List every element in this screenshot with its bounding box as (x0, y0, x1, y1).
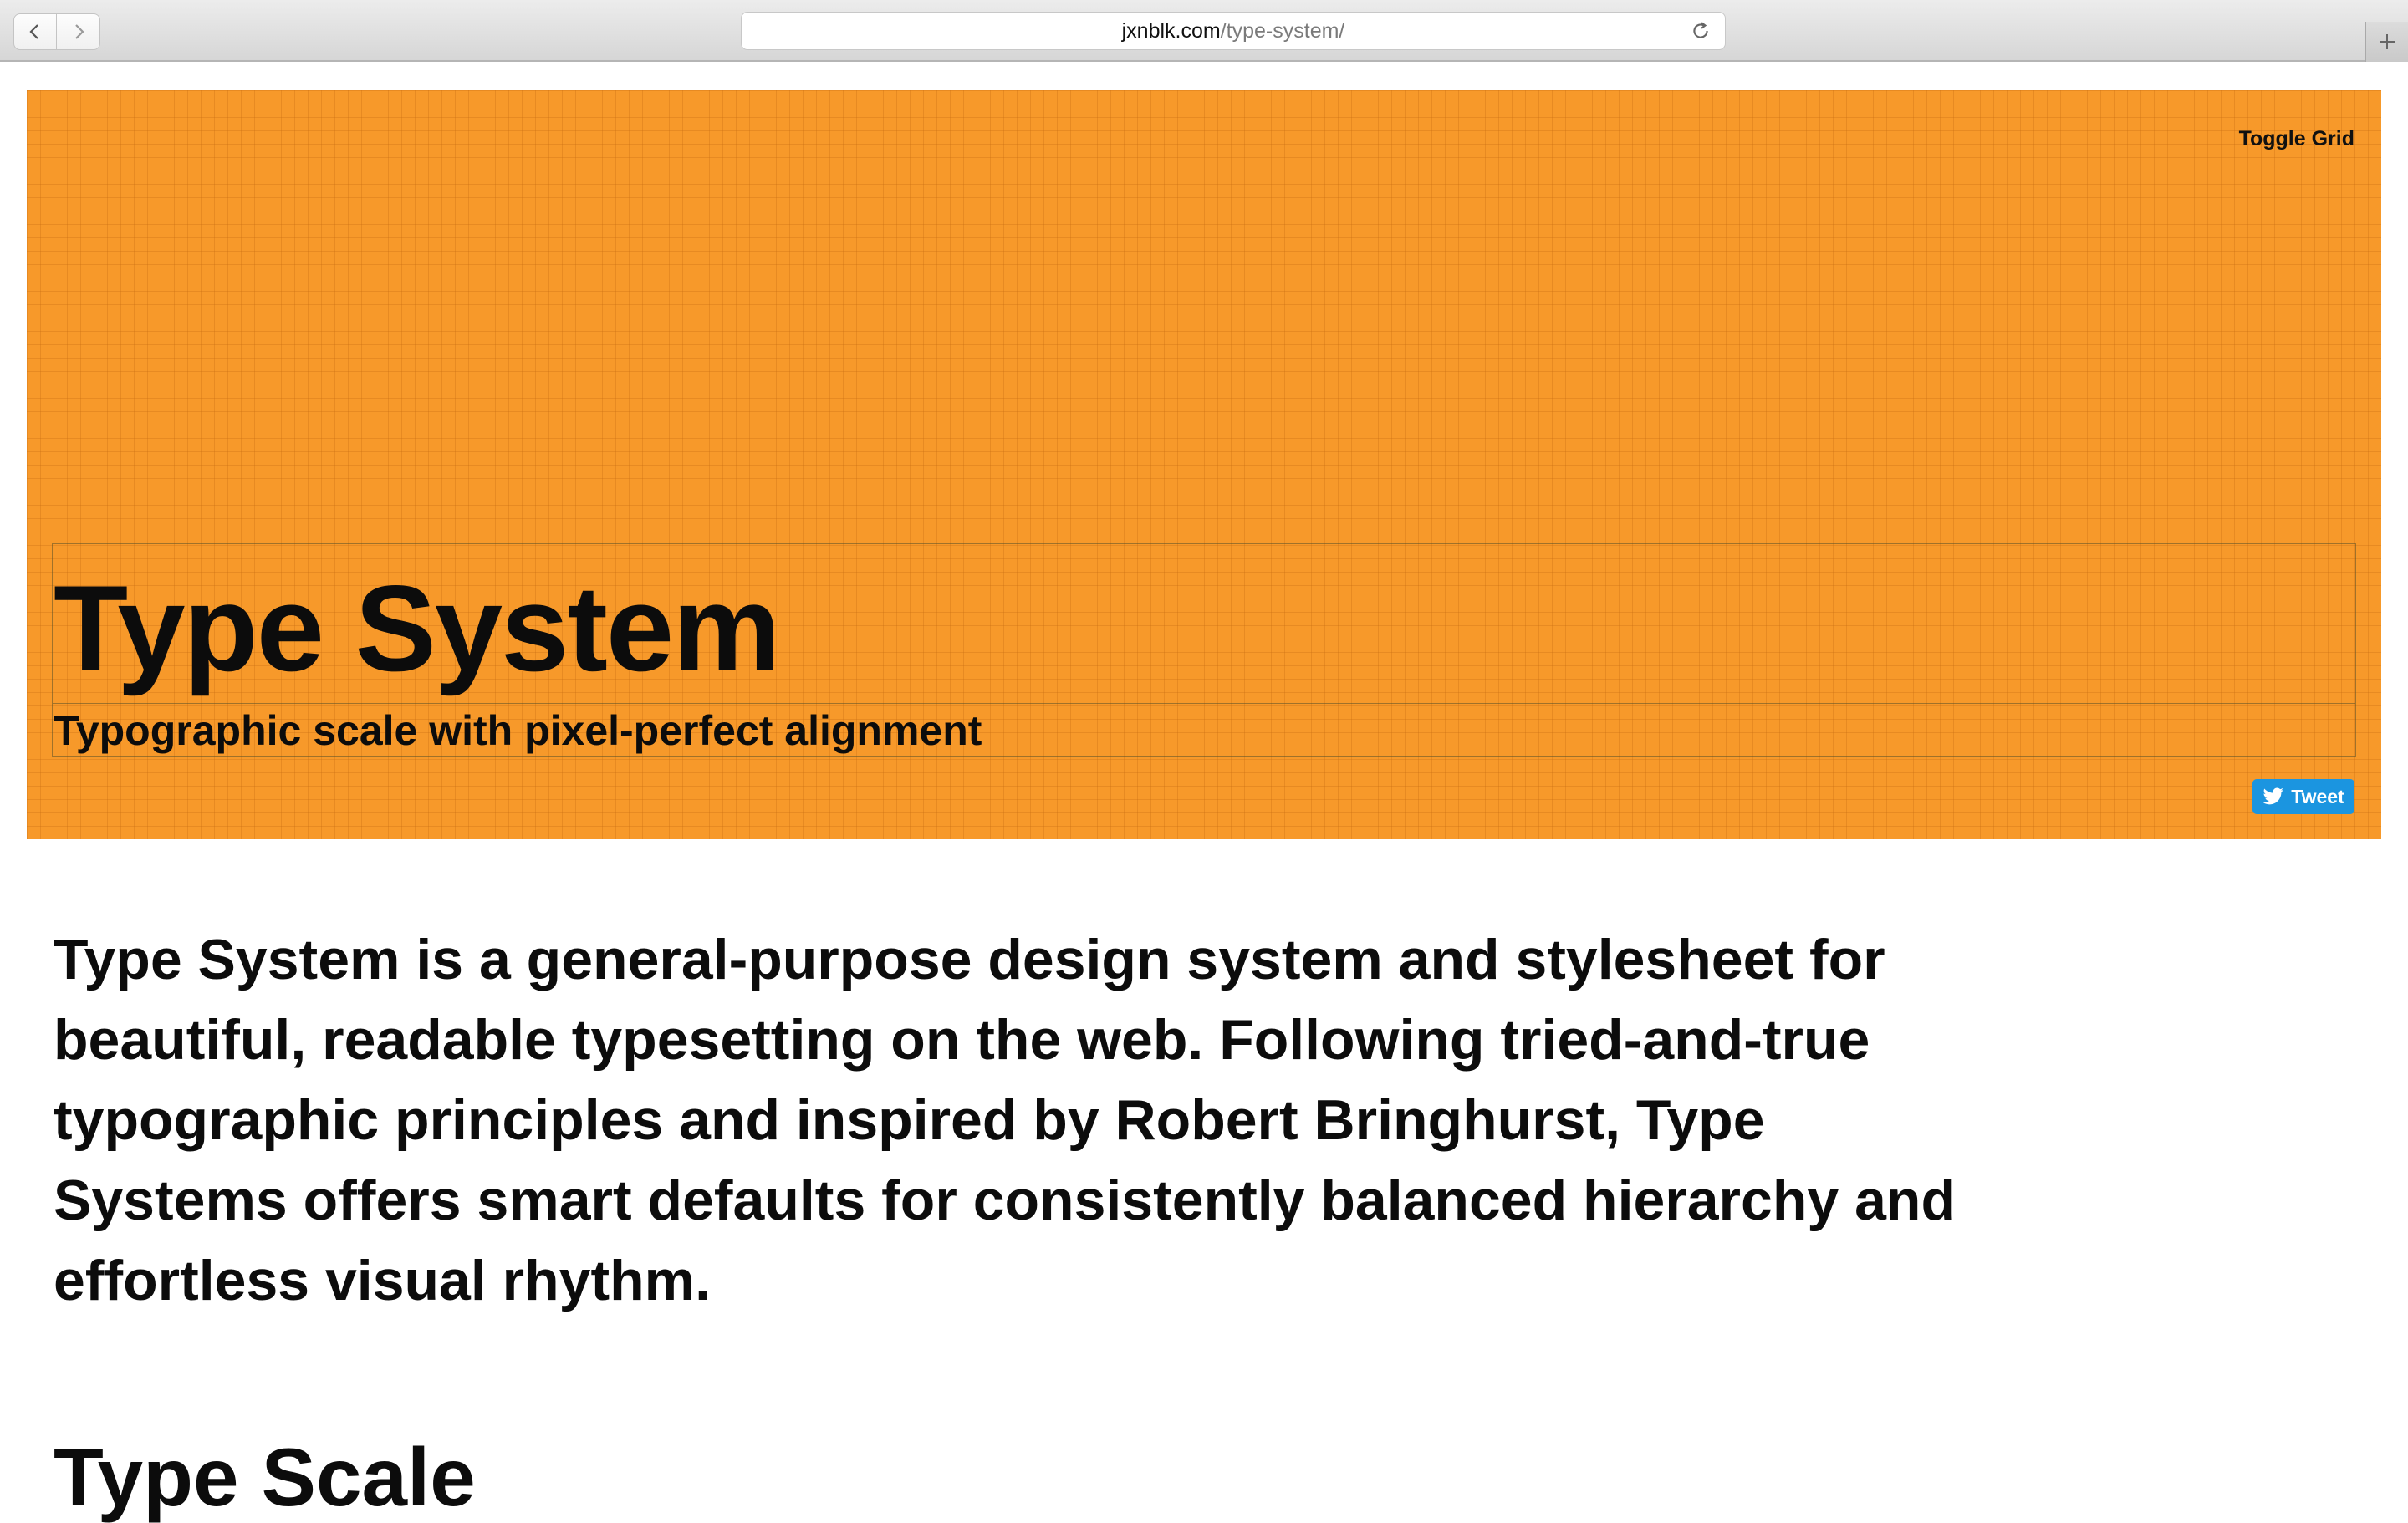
navigation-buttons (13, 13, 100, 50)
intro-paragraph: Type System is a general-purpose design … (54, 928, 1956, 1312)
tweet-button[interactable]: Tweet (2252, 779, 2354, 814)
chevron-left-icon (29, 24, 38, 39)
new-tab-button[interactable] (2365, 22, 2408, 62)
back-button[interactable] (13, 13, 57, 50)
toggle-grid-button[interactable]: Toggle Grid (2239, 127, 2354, 151)
page-subtitle: Typographic scale with pixel-perfect ali… (54, 707, 982, 754)
tweet-label: Tweet (2291, 785, 2344, 807)
browser-toolbar: jxnblk.com/type-system/ (0, 0, 2408, 62)
address-bar[interactable]: jxnblk.com/type-system/ (741, 12, 1726, 50)
forward-button[interactable] (57, 13, 100, 50)
twitter-bird-icon (2263, 787, 2284, 805)
page-title: Type System (54, 560, 781, 696)
baseline-divider (53, 703, 2355, 704)
plus-icon (2380, 34, 2395, 49)
chevron-right-icon (74, 24, 84, 39)
url-path: /type-system/ (1220, 18, 1345, 43)
hero-banner: Toggle Grid Type System Typographic scal… (27, 90, 2381, 839)
url-host: jxnblk.com (1121, 18, 1221, 43)
reload-icon[interactable] (1690, 20, 1712, 42)
type-scale-heading: Type Scale (54, 1431, 476, 1523)
